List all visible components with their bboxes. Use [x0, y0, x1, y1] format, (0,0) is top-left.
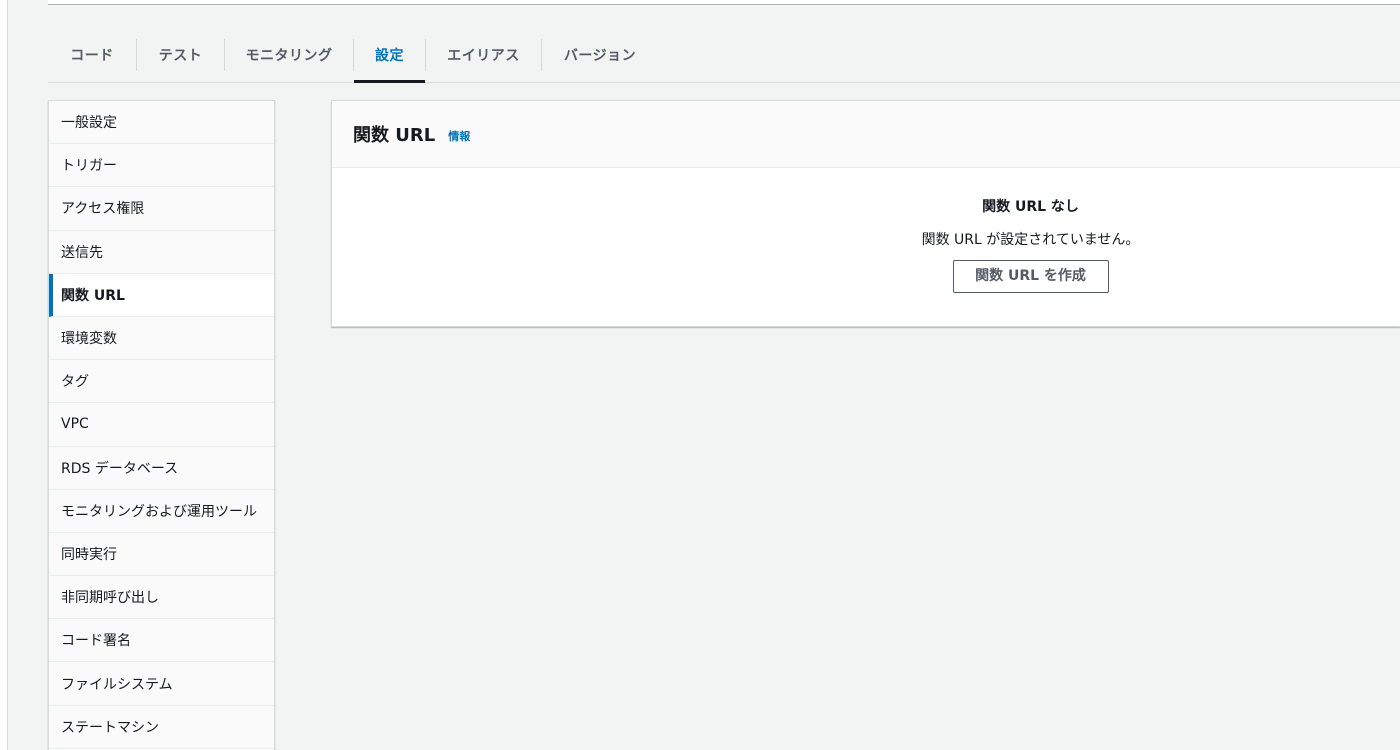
sidenav-item-general[interactable]: 一般設定	[49, 101, 274, 145]
info-link[interactable]: 情報	[448, 128, 470, 144]
tab-test[interactable]: テスト	[137, 28, 224, 82]
function-tabs: コード テスト モニタリング 設定 エイリアス バージョン	[48, 28, 1400, 83]
configuration-sidenav: 一般設定 トリガー アクセス権限 送信先 関数 URL 環境変数 タグ VPC …	[48, 100, 275, 750]
panel-header: 関数 URL 情報	[332, 101, 1400, 168]
function-url-panel: 関数 URL 情報 関数 URL なし 関数 URL が設定されていません。 関…	[331, 100, 1400, 327]
sidenav-item-permissions[interactable]: アクセス権限	[49, 187, 274, 231]
sidenav-item-environment-variables[interactable]: 環境変数	[49, 316, 274, 361]
tab-configuration[interactable]: 設定	[354, 28, 425, 83]
panel-title: 関数 URL	[353, 125, 436, 146]
empty-state: 関数 URL なし 関数 URL が設定されていません。 関数 URL を作成	[332, 168, 1400, 293]
sidenav-item-monitoring-tools[interactable]: モニタリングおよび運用ツール	[49, 489, 274, 533]
top-panel-edge	[48, 0, 1400, 5]
page-left-edge	[0, 0, 8, 750]
sidenav-item-file-systems[interactable]: ファイルシステム	[49, 662, 274, 706]
sidenav-item-rds-databases[interactable]: RDS データベース	[49, 446, 274, 490]
empty-state-title: 関数 URL なし	[982, 199, 1079, 215]
tab-code[interactable]: コード	[48, 28, 136, 82]
sidenav-item-function-url[interactable]: 関数 URL	[49, 273, 274, 317]
sidenav-item-code-signing[interactable]: コード署名	[49, 619, 274, 663]
sidenav-item-vpc[interactable]: VPC	[49, 403, 274, 447]
tab-versions[interactable]: バージョン	[542, 28, 658, 82]
sidenav-item-destinations[interactable]: 送信先	[49, 230, 274, 274]
sidenav-item-state-machines[interactable]: ステートマシン	[49, 705, 274, 749]
empty-state-description: 関数 URL が設定されていません。	[921, 232, 1140, 248]
create-function-url-button[interactable]: 関数 URL を作成	[952, 260, 1109, 293]
sidenav-item-concurrency[interactable]: 同時実行	[49, 532, 274, 577]
sidenav-item-tags[interactable]: タグ	[49, 360, 274, 404]
sidenav-item-async-invocation[interactable]: 非同期呼び出し	[49, 576, 274, 620]
tab-monitoring[interactable]: モニタリング	[225, 28, 353, 82]
sidenav-item-triggers[interactable]: トリガー	[49, 144, 274, 188]
tab-aliases[interactable]: エイリアス	[426, 28, 541, 82]
